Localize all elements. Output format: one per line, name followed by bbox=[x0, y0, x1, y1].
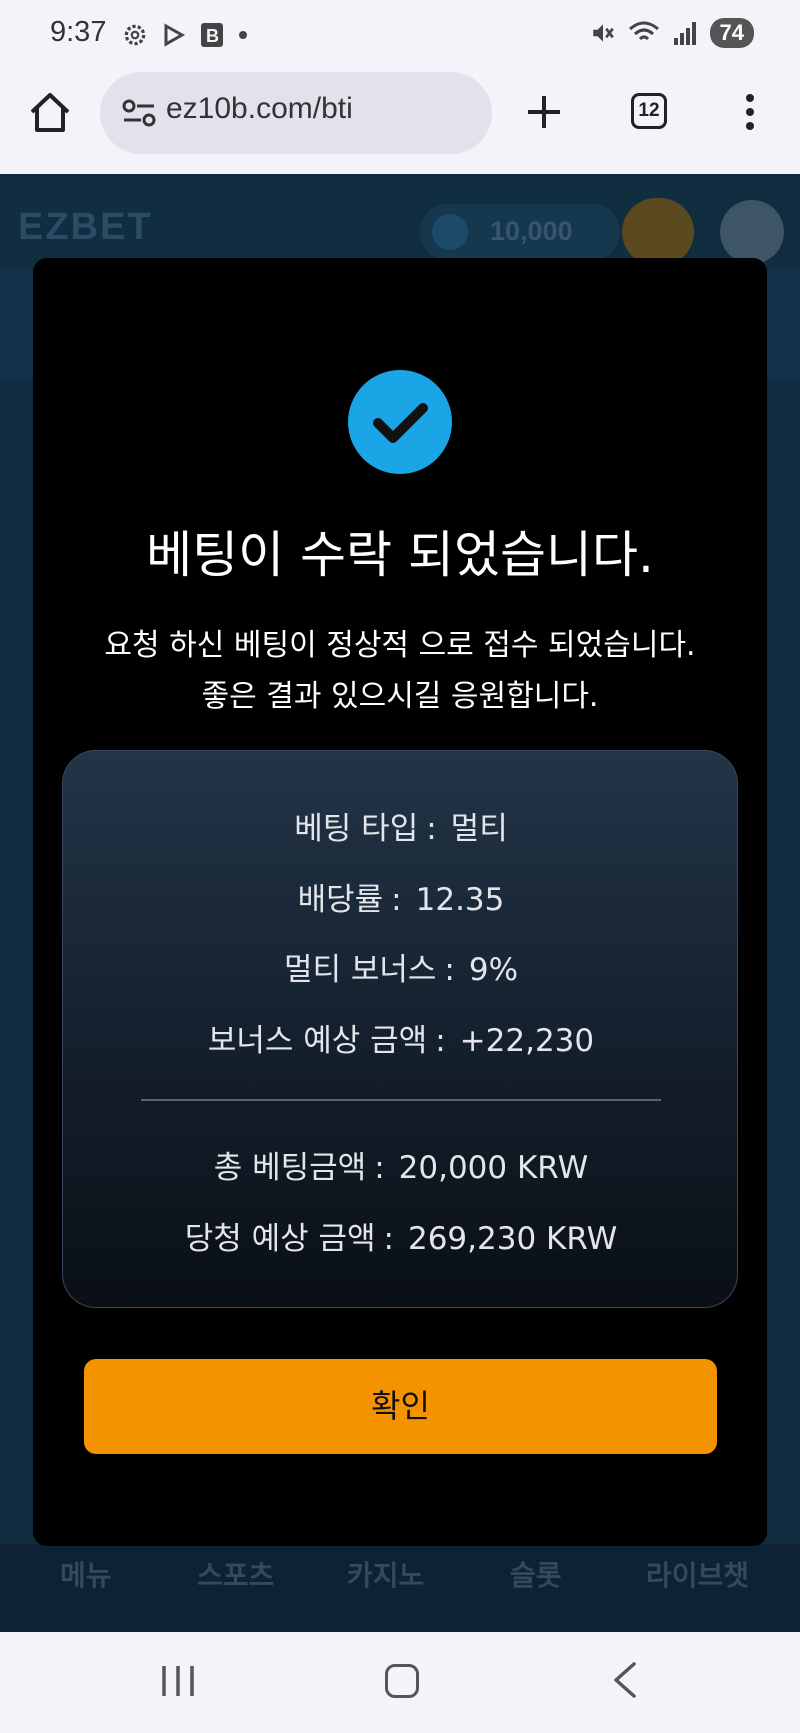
detail-value: 9% bbox=[468, 952, 519, 988]
signal-icon bbox=[673, 22, 696, 45]
nav-live-chat[interactable]: 라이브챗 bbox=[646, 1554, 749, 1594]
success-check-icon bbox=[348, 370, 452, 474]
bet-summary-card: 베팅 타입: 멀티 배당률:12.35 멀티 보너스:9% 보너스 예상 금액: +… bbox=[62, 750, 738, 1308]
play-store-icon bbox=[164, 23, 186, 47]
divider bbox=[141, 1099, 661, 1101]
detail-value: 12.35 bbox=[415, 882, 505, 918]
home-nav-icon[interactable] bbox=[385, 1664, 419, 1698]
total-value: 269,230 KRW bbox=[407, 1221, 618, 1257]
mute-icon bbox=[592, 24, 614, 42]
tab-switcher-button[interactable]: 12 bbox=[631, 93, 667, 129]
detail-row-bonus-amount: 보너스 예상 금액: +22,230 bbox=[207, 1023, 595, 1059]
recent-apps-icon[interactable] bbox=[160, 1664, 196, 1698]
detail-value: 멀티 bbox=[450, 811, 508, 847]
settings-icon bbox=[124, 24, 146, 46]
site-header: EZBET 10,000 bbox=[0, 174, 800, 270]
status-time: 9:37 bbox=[50, 16, 107, 48]
total-label: 총 베팅금액 bbox=[213, 1150, 367, 1186]
site-settings-icon[interactable] bbox=[122, 98, 156, 128]
battery-indicator: 74 bbox=[709, 18, 754, 48]
total-value: 20,000 KRW bbox=[398, 1150, 589, 1186]
system-nav-bar bbox=[0, 1632, 800, 1733]
more-menu-icon[interactable] bbox=[740, 92, 760, 132]
total-row-stake: 총 베팅금액:20,000 KRW bbox=[213, 1150, 589, 1186]
nav-slots[interactable]: 슬롯 bbox=[510, 1554, 562, 1594]
url-text[interactable]: ez10b.com/bti bbox=[166, 92, 353, 126]
confirm-button[interactable]: 확인 bbox=[84, 1359, 717, 1454]
total-row-expected-win: 당청 예상 금액:269,230 KRW bbox=[184, 1221, 618, 1257]
status-bar: 9:37 B 74 bbox=[0, 0, 800, 70]
detail-row-bet-type: 베팅 타입: 멀티 bbox=[294, 811, 508, 847]
svg-text:B: B bbox=[206, 26, 219, 46]
wallet-icon[interactable] bbox=[622, 198, 694, 266]
wifi-icon bbox=[628, 21, 659, 41]
detail-label: 배당률 bbox=[297, 882, 384, 918]
balance-pill[interactable]: 10,000 bbox=[420, 204, 620, 260]
detail-value: +22,230 bbox=[459, 1023, 595, 1059]
dot-icon bbox=[239, 31, 247, 39]
back-icon[interactable] bbox=[610, 1660, 638, 1700]
won-coin-icon bbox=[432, 214, 468, 250]
nav-menu[interactable]: 메뉴 bbox=[60, 1554, 112, 1594]
detail-row-multi-bonus: 멀티 보너스:9% bbox=[283, 952, 519, 988]
balance-amount: 10,000 bbox=[490, 216, 573, 246]
nav-sports[interactable]: 스포츠 bbox=[197, 1554, 274, 1594]
site-logo: EZBET bbox=[18, 206, 153, 248]
home-icon[interactable] bbox=[28, 90, 72, 134]
detail-label: 멀티 보너스 bbox=[283, 952, 437, 988]
modal-title: 베팅이 수락 되었습니다. bbox=[146, 526, 654, 584]
total-label: 당청 예상 금액 bbox=[184, 1221, 376, 1257]
nav-casino[interactable]: 카지노 bbox=[347, 1554, 424, 1594]
address-bar[interactable]: ez10b.com/bti bbox=[100, 72, 492, 154]
avatar[interactable] bbox=[720, 200, 784, 264]
detail-label: 보너스 예상 금액 bbox=[207, 1023, 428, 1059]
detail-row-odds: 배당률:12.35 bbox=[297, 882, 505, 918]
modal-message: 요청 하신 베팅이 정상적 으로 접수 되었습니다. 좋은 결과 있으시길 응원… bbox=[104, 628, 696, 714]
browser-toolbar: ez10b.com/bti 12 bbox=[0, 70, 800, 174]
b-app-icon: B bbox=[201, 23, 223, 47]
detail-label: 베팅 타입 bbox=[294, 811, 419, 847]
new-tab-icon[interactable] bbox=[524, 92, 564, 132]
